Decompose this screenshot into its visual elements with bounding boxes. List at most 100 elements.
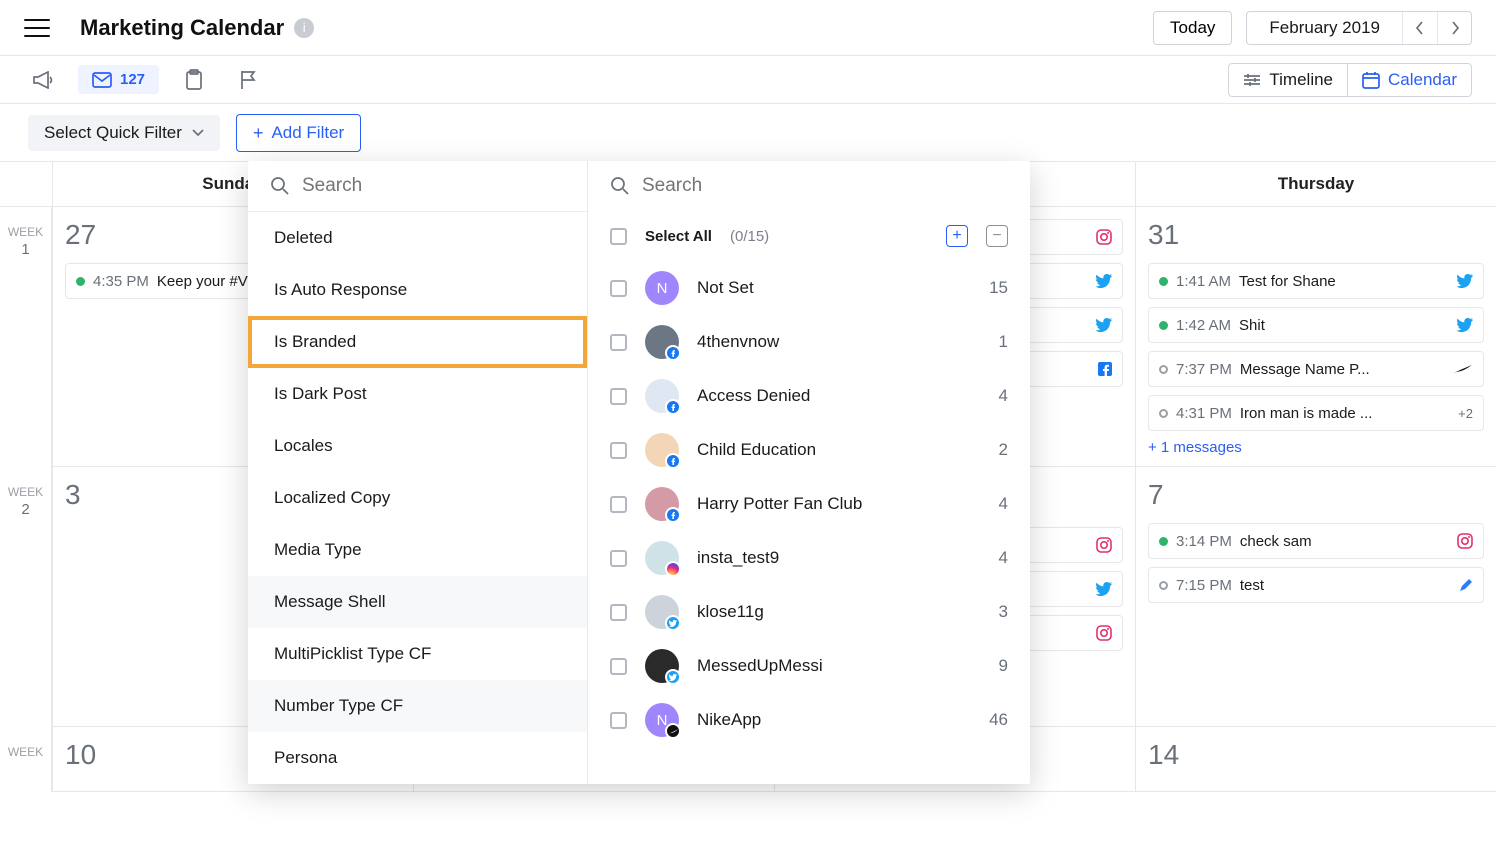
filter-search-row	[248, 161, 587, 212]
filter-item[interactable]: Is Auto Response	[248, 264, 587, 316]
megaphone-icon[interactable]	[24, 61, 62, 99]
week-label: WEEK	[0, 727, 52, 792]
option-checkbox[interactable]	[610, 604, 627, 621]
menu-icon[interactable]	[24, 19, 50, 37]
filter-option-row[interactable]: N Not Set 15	[588, 261, 1030, 315]
option-checkbox[interactable]	[610, 280, 627, 297]
event-time: 7:37 PM	[1176, 361, 1232, 378]
collapse-all-button[interactable]: −	[986, 225, 1008, 247]
filter-option-row[interactable]: Harry Potter Fan Club 4	[588, 477, 1030, 531]
info-icon[interactable]: i	[294, 18, 314, 38]
option-name: Harry Potter Fan Club	[697, 494, 862, 514]
option-name: insta_test9	[697, 548, 779, 568]
option-checkbox[interactable]	[610, 334, 627, 351]
today-button[interactable]: Today	[1153, 11, 1232, 45]
filter-option-row[interactable]: insta_test9 4	[588, 531, 1030, 585]
avatar: N	[645, 271, 679, 305]
status-ring	[1159, 365, 1168, 374]
event-pill[interactable]: 3:14 PMcheck sam	[1148, 523, 1484, 559]
filter-item[interactable]: Persona	[248, 732, 587, 784]
filter-option-row[interactable]: Access Denied 4	[588, 369, 1030, 423]
event-time: 7:15 PM	[1176, 577, 1232, 594]
option-count: 4	[999, 548, 1008, 568]
option-name: Child Education	[697, 440, 816, 460]
option-count: 2	[999, 440, 1008, 460]
status-dot	[1159, 277, 1168, 286]
option-count: 15	[989, 278, 1008, 298]
view-toggle: Timeline Calendar	[1228, 63, 1472, 97]
more-messages-link[interactable]: + 1 messages	[1148, 439, 1484, 456]
status-ring	[1159, 581, 1168, 590]
page-title: Marketing Calendar	[80, 15, 284, 41]
avatar: N	[645, 703, 679, 737]
event-time: 4:31 PM	[1176, 405, 1232, 422]
add-filter-button[interactable]: + Add Filter	[236, 114, 361, 152]
instagram-icon	[1096, 625, 1112, 641]
filter-item[interactable]: Localized Copy	[248, 472, 587, 524]
filter-option-row[interactable]: N NikeApp 46	[588, 693, 1030, 747]
event-time: 3:14 PM	[1176, 533, 1232, 550]
avatar	[645, 487, 679, 521]
option-count: 4	[999, 494, 1008, 514]
day-number: 14	[1148, 739, 1484, 771]
option-count: 46	[989, 710, 1008, 730]
instagram-icon	[1096, 229, 1112, 245]
option-search-input[interactable]	[642, 175, 1008, 197]
filter-option-row[interactable]: klose11g 3	[588, 585, 1030, 639]
filter-item[interactable]: Number Type CF	[248, 680, 587, 732]
week-label: WEEK1	[0, 207, 52, 467]
filter-item[interactable]: MultiPicklist Type CF	[248, 628, 587, 680]
option-checkbox[interactable]	[610, 712, 627, 729]
event-pill[interactable]: 1:42 AM Shit	[1148, 307, 1484, 343]
event-overflow-count: +2	[1458, 406, 1473, 421]
option-checkbox[interactable]	[610, 658, 627, 675]
option-name: 4thenvnow	[697, 332, 779, 352]
expand-all-button[interactable]: +	[946, 225, 968, 247]
avatar	[645, 379, 679, 413]
calendar-cell[interactable]: 14	[1135, 727, 1496, 792]
event-title: Shit	[1239, 317, 1449, 334]
filter-item[interactable]: Is Dark Post	[248, 368, 587, 420]
event-pill[interactable]: 4:31 PMIron man is made ...+2	[1148, 395, 1484, 431]
filter-bar: Select Quick Filter + Add Filter	[0, 104, 1496, 162]
event-time: 1:42 AM	[1176, 317, 1231, 334]
option-name: Access Denied	[697, 386, 810, 406]
filter-item[interactable]: Deleted	[248, 212, 587, 264]
prev-month-button[interactable]	[1403, 12, 1437, 44]
quick-filter-dropdown[interactable]: Select Quick Filter	[28, 115, 220, 151]
select-all-checkbox[interactable]	[610, 228, 627, 245]
next-month-button[interactable]	[1437, 12, 1471, 44]
avatar	[645, 325, 679, 359]
timeline-tab[interactable]: Timeline	[1229, 64, 1347, 96]
plus-icon: +	[253, 124, 264, 142]
status-dot	[1159, 321, 1168, 330]
option-checkbox[interactable]	[610, 388, 627, 405]
inbox-count: 127	[120, 71, 145, 88]
event-pill[interactable]: 7:15 PMtest	[1148, 567, 1484, 603]
calendar-icon	[1362, 71, 1380, 89]
filter-item[interactable]: Is Branded	[248, 316, 587, 368]
inbox-button[interactable]: 127	[78, 65, 159, 94]
filter-item[interactable]: Message Shell	[248, 576, 587, 628]
filter-search-input[interactable]	[302, 175, 565, 197]
filter-option-row[interactable]: 4thenvnow 1	[588, 315, 1030, 369]
filter-option-row[interactable]: Child Education 2	[588, 423, 1030, 477]
calendar-cell[interactable]: 31 1:41 AMTest for Shane1:42 AMShit7:37 …	[1135, 207, 1496, 467]
option-checkbox[interactable]	[610, 550, 627, 567]
calendar-cell[interactable]: 7 3:14 PMcheck sam7:15 PMtest	[1135, 467, 1496, 727]
filter-option-row[interactable]: MessedUpMessi 9	[588, 639, 1030, 693]
facebook-icon	[1098, 362, 1112, 376]
filter-item[interactable]: Locales	[248, 420, 587, 472]
month-label[interactable]: February 2019	[1247, 12, 1403, 44]
calendar-tab[interactable]: Calendar	[1347, 64, 1471, 96]
event-pill[interactable]: 7:37 PMMessage Name P...	[1148, 351, 1484, 387]
clipboard-icon[interactable]	[175, 61, 213, 99]
day-header: Thursday	[1135, 162, 1496, 206]
option-checkbox[interactable]	[610, 496, 627, 513]
filter-item[interactable]: Media Type	[248, 524, 587, 576]
flag-icon[interactable]	[229, 61, 267, 99]
event-pill[interactable]: 1:41 AMTest for Shane	[1148, 263, 1484, 299]
instagram-icon	[1457, 533, 1473, 549]
option-checkbox[interactable]	[610, 442, 627, 459]
instagram-icon	[1096, 537, 1112, 553]
